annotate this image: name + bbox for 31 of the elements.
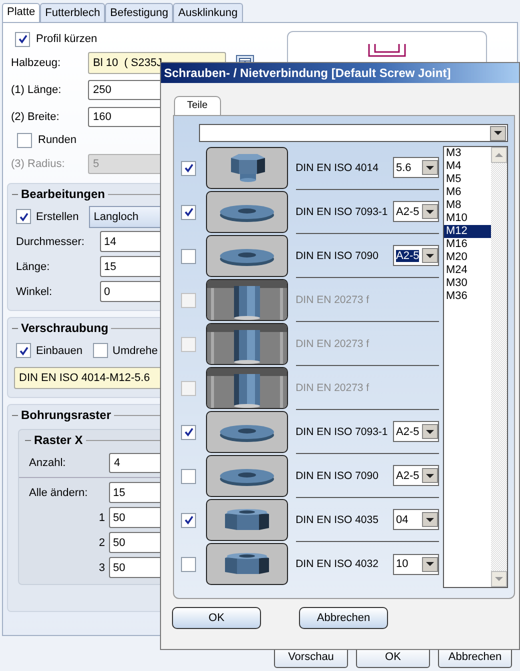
group-title: Raster X (34, 433, 83, 447)
field-label: 2 (98, 536, 105, 548)
field-label: (1) Länge: (11, 84, 62, 96)
part-label: DIN EN ISO 4032 (296, 558, 378, 570)
checkbox-label: Runden (38, 134, 77, 146)
field-label: 3 (98, 562, 105, 574)
part-label: DIN EN ISO 4014 (296, 162, 378, 174)
part-label: DIN EN ISO 4035 (296, 514, 378, 526)
field-label: (3) Radius: (11, 158, 66, 170)
checkbox-label: Erstellen (36, 210, 79, 222)
field-label: Anzahl: (29, 456, 67, 468)
part-label: DIN EN 20273 f (296, 294, 370, 306)
field-label: Alle ändern: (29, 486, 89, 498)
checkbox-label: Umdrehe (112, 344, 158, 356)
checkbox-label: Profil kürzen (36, 33, 98, 45)
part-label: DIN EN 20273 f (296, 338, 370, 350)
part-label: DIN EN ISO 7093-1 (296, 426, 388, 438)
group-title: Verschraubung (21, 321, 108, 335)
field-label: Halbzeug: (11, 56, 62, 68)
part-label: DIN EN ISO 7090 (296, 470, 378, 482)
field-label: Winkel: (16, 286, 54, 298)
checkbox-label: Einbauen (36, 344, 82, 356)
field-label: Länge: (16, 260, 51, 272)
part-label: DIN EN 20273 f (296, 382, 370, 394)
field-label: Durchmesser: (16, 236, 86, 248)
group-title: Bearbeitungen (21, 187, 106, 201)
group-title: Bohrungsraster (21, 408, 112, 422)
field-label: 1 (98, 512, 105, 524)
part-label: DIN EN ISO 7093-1 (296, 206, 388, 218)
part-label: DIN EN ISO 7090 (296, 250, 378, 262)
field-label: (2) Breite: (11, 110, 60, 122)
